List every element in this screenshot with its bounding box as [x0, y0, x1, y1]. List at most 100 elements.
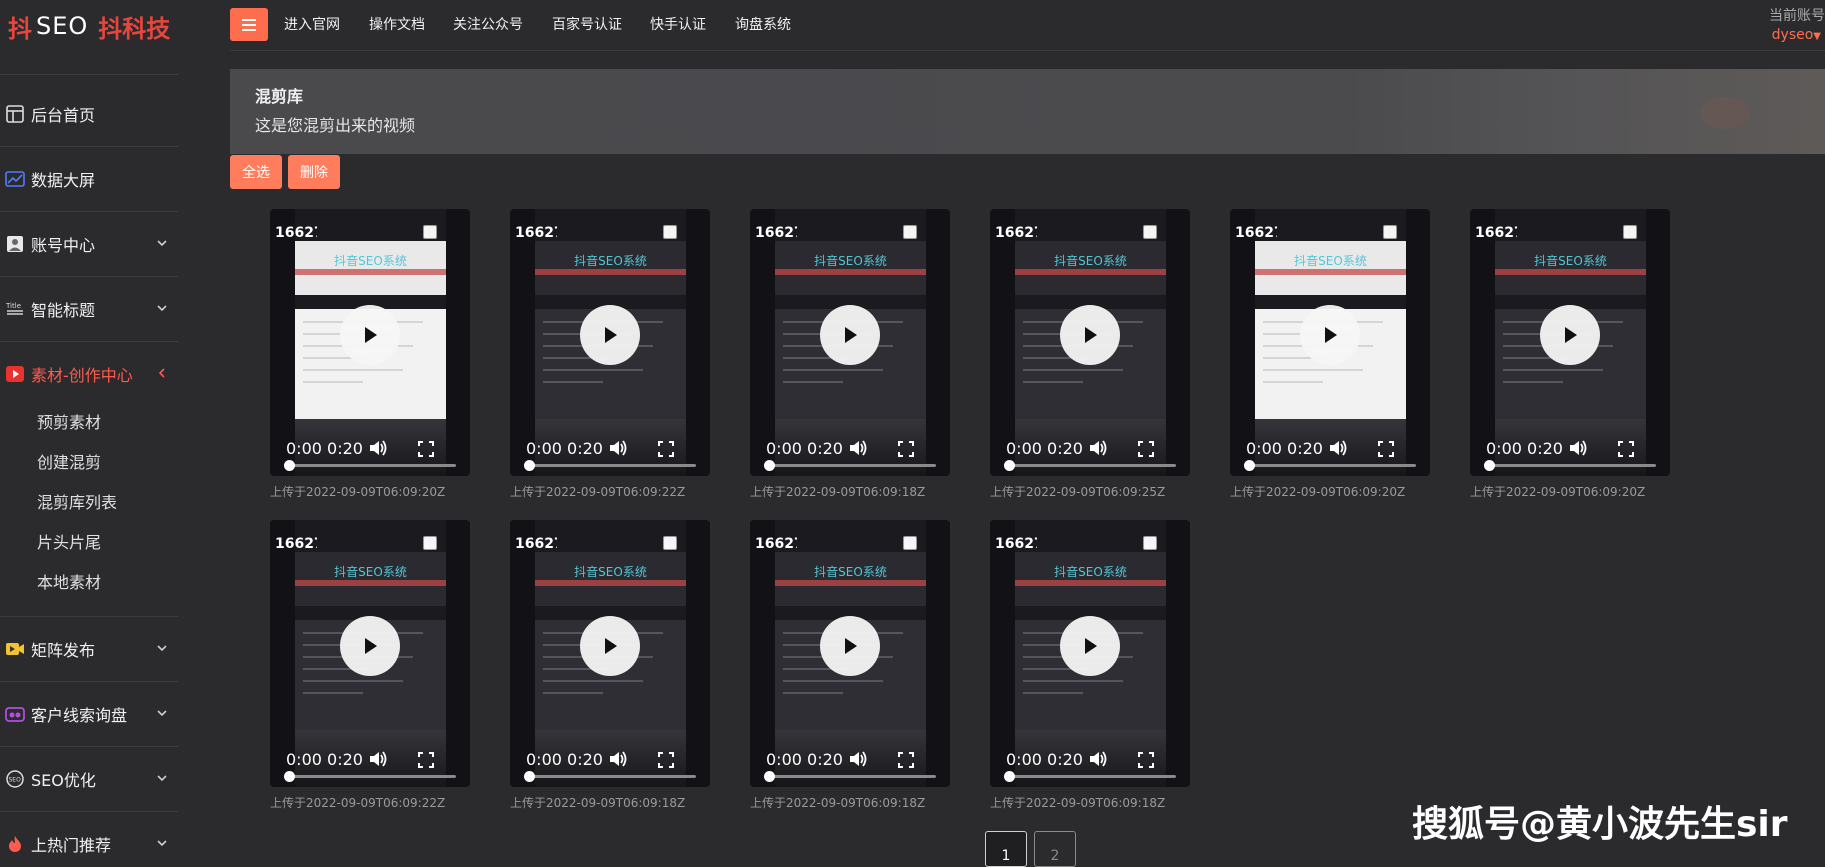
sidebar-item-label: 账号中心: [31, 236, 96, 255]
play-button[interactable]: [820, 616, 880, 676]
select-checkbox[interactable]: [423, 225, 437, 239]
select-checkbox[interactable]: [903, 225, 917, 239]
progress-track[interactable]: [528, 775, 696, 778]
play-icon: [605, 327, 617, 343]
fullscreen-icon[interactable]: [1138, 441, 1154, 457]
select-checkbox[interactable]: [1143, 536, 1157, 550]
sidebar-item-trending[interactable]: 上热门推荐: [0, 824, 178, 864]
progress-handle[interactable]: [284, 460, 295, 471]
progress-handle[interactable]: [764, 460, 775, 471]
play-button[interactable]: [1060, 616, 1120, 676]
select-checkbox[interactable]: [423, 536, 437, 550]
select-checkbox[interactable]: [1143, 225, 1157, 239]
progress-handle[interactable]: [1484, 460, 1495, 471]
play-button[interactable]: [820, 305, 880, 365]
play-button[interactable]: [580, 305, 640, 365]
sidebar-item-data-screen[interactable]: 数据大屏: [0, 159, 178, 199]
nav-link-kuaishou[interactable]: 快手认证: [650, 14, 706, 34]
video-card[interactable]: 抖音SEO系统 16627(0:00 0:20: [750, 209, 950, 476]
select-checkbox[interactable]: [663, 536, 677, 550]
video-card[interactable]: 抖音SEO系统 16627(0:00 0:20: [270, 520, 470, 787]
video-card[interactable]: 抖音SEO系统 16627(0:00 0:20: [990, 520, 1190, 787]
video-card[interactable]: 抖音SEO系统 16627(0:00 0:20: [510, 520, 710, 787]
submenu-item-create-mix[interactable]: 创建混剪: [37, 449, 101, 473]
fullscreen-icon[interactable]: [418, 441, 434, 457]
volume-icon[interactable]: [1328, 439, 1348, 457]
volume-icon[interactable]: [608, 750, 628, 768]
nav-link-official-site[interactable]: 进入官网: [284, 14, 340, 34]
volume-icon[interactable]: [1568, 439, 1588, 457]
volume-icon[interactable]: [368, 439, 388, 457]
volume-icon[interactable]: [1088, 750, 1108, 768]
fullscreen-icon[interactable]: [1378, 441, 1394, 457]
select-checkbox[interactable]: [903, 536, 917, 550]
sidebar-item-seo[interactable]: SEO SEO优化: [0, 759, 178, 799]
play-button[interactable]: [580, 616, 640, 676]
account-dropdown[interactable]: dyseo▼: [1772, 27, 1821, 43]
progress-track[interactable]: [288, 775, 456, 778]
progress-track[interactable]: [1008, 464, 1176, 467]
volume-icon[interactable]: [368, 750, 388, 768]
volume-icon[interactable]: [848, 439, 868, 457]
submenu-item-pre-cut[interactable]: 预剪素材: [37, 409, 101, 433]
progress-handle[interactable]: [524, 771, 535, 782]
fullscreen-icon[interactable]: [418, 752, 434, 768]
nav-link-inquiry[interactable]: 询盘系统: [735, 14, 791, 34]
progress-handle[interactable]: [1004, 771, 1015, 782]
progress-track[interactable]: [768, 775, 936, 778]
volume-icon[interactable]: [848, 750, 868, 768]
sidebar-item-smart-title[interactable]: Title 智能标题: [0, 289, 178, 329]
progress-handle[interactable]: [1004, 460, 1015, 471]
divider: [0, 146, 178, 147]
video-card[interactable]: 抖音SEO系统 16627(0:00 0:20: [750, 520, 950, 787]
fullscreen-icon[interactable]: [1138, 752, 1154, 768]
delete-button[interactable]: 删除: [288, 155, 340, 189]
submenu-item-intro-outro[interactable]: 片头片尾: [37, 529, 101, 553]
fullscreen-icon[interactable]: [1618, 441, 1634, 457]
sidebar-item-material-center[interactable]: 素材-创作中心: [0, 354, 178, 394]
submenu-item-local-material[interactable]: 本地素材: [37, 569, 101, 593]
progress-track[interactable]: [1008, 775, 1176, 778]
play-button[interactable]: [340, 616, 400, 676]
progress-track[interactable]: [288, 464, 456, 467]
progress-handle[interactable]: [284, 771, 295, 782]
page-button-2[interactable]: 2: [1034, 831, 1076, 867]
nav-link-docs[interactable]: 操作文档: [369, 14, 425, 34]
page-button-1[interactable]: 1: [985, 831, 1027, 867]
progress-track[interactable]: [1488, 464, 1656, 467]
fullscreen-icon[interactable]: [658, 441, 674, 457]
brand-logo[interactable]: 抖 SEO 抖科技: [8, 8, 170, 44]
select-checkbox[interactable]: [1623, 225, 1637, 239]
select-all-button[interactable]: 全选: [230, 155, 282, 189]
volume-icon[interactable]: [608, 439, 628, 457]
menu-toggle-button[interactable]: [230, 8, 268, 41]
progress-handle[interactable]: [524, 460, 535, 471]
progress-handle[interactable]: [1244, 460, 1255, 471]
fullscreen-icon[interactable]: [658, 752, 674, 768]
select-checkbox[interactable]: [1383, 225, 1397, 239]
nav-link-follow-account[interactable]: 关注公众号: [453, 14, 523, 34]
video-card[interactable]: 抖音SEO系统 16627(0:00 0:20: [1230, 209, 1430, 476]
play-button[interactable]: [1300, 305, 1360, 365]
play-button[interactable]: [340, 305, 400, 365]
fullscreen-icon[interactable]: [898, 752, 914, 768]
progress-track[interactable]: [768, 464, 936, 467]
video-card[interactable]: 抖音SEO系统 16627(0:00 0:20: [510, 209, 710, 476]
submenu-item-mix-library[interactable]: 混剪库列表: [37, 489, 117, 513]
volume-icon[interactable]: [1088, 439, 1108, 457]
sidebar-item-matrix-publish[interactable]: 矩阵发布: [0, 629, 178, 669]
video-card[interactable]: 抖音SEO系统 16627(0:00 0:20: [270, 209, 470, 476]
fullscreen-icon[interactable]: [898, 441, 914, 457]
progress-track[interactable]: [528, 464, 696, 467]
progress-track[interactable]: [1248, 464, 1416, 467]
play-button[interactable]: [1540, 305, 1600, 365]
nav-link-baijiahao[interactable]: 百家号认证: [552, 14, 622, 34]
sidebar-item-home[interactable]: 后台首页: [0, 94, 178, 134]
play-button[interactable]: [1060, 305, 1120, 365]
video-card[interactable]: 抖音SEO系统 16627(0:00 0:20: [1470, 209, 1670, 476]
sidebar-item-account[interactable]: 账号中心: [0, 224, 178, 264]
sidebar-item-leads[interactable]: 客户线索询盘: [0, 694, 178, 734]
select-checkbox[interactable]: [663, 225, 677, 239]
progress-handle[interactable]: [764, 771, 775, 782]
video-card[interactable]: 抖音SEO系统 16627(0:00 0:20: [990, 209, 1190, 476]
